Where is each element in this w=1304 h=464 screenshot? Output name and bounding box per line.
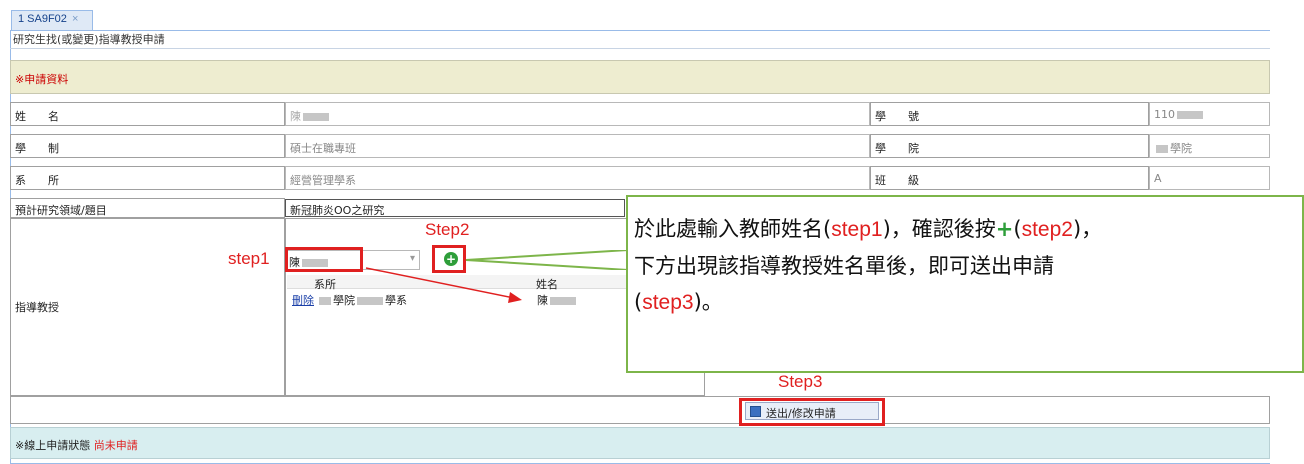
student-id-value: 110 [1154,108,1175,121]
status-label: ※線上申請狀態 [15,439,91,452]
submit-button-label: 送出/修改申請 [766,407,836,420]
tab-sa9f02[interactable]: 1 SA9F02 × [11,10,93,30]
status-section: ※線上申請狀態 尚未申請 [10,427,1270,459]
panel-title: 研究生找(或變更)指導教授申請 [10,30,1270,49]
col-dept-header: 系所 [314,278,336,291]
step2-label: Step2 [425,220,470,239]
tab-bar [0,0,1304,28]
college-field: 學院 [1149,134,1270,158]
row-name: 陳 [537,292,578,308]
instruction-callout: 於此處輸入教師姓名(step1)，確認後按+(step2)， 下方出現該指導教授… [626,195,1304,373]
name-field: 陳 [285,102,870,126]
col-name-header: 姓名 [536,278,558,291]
topic-input[interactable]: 新冠肺炎OO之研究 [285,199,625,217]
program-field: 碩士在職專班 [285,134,870,158]
submit-button[interactable]: 送出/修改申請 [745,402,879,420]
step1-label: step1 [228,249,270,268]
student-id-field: 110 [1149,102,1270,126]
step1-highlight [285,247,363,272]
name-label: 姓 名 [10,102,285,126]
delete-link[interactable]: 刪除 [292,292,314,308]
step3-label: Step3 [778,372,823,391]
college-value: 學院 [1170,142,1192,155]
name-value: 陳 [290,110,301,123]
dept-label: 系 所 [10,166,285,190]
student-id-label: 學 號 [870,102,1149,126]
submit-row [10,396,1270,424]
dept-field: 經營管理學系 [285,166,870,190]
redaction [550,297,576,305]
redaction [303,113,329,121]
tab-label: 1 SA9F02 [18,13,67,25]
redaction [1177,111,1203,119]
redaction [1156,145,1168,153]
topic-label: 預計研究領域/題目 [10,198,285,218]
class-field: A [1149,166,1270,190]
program-label: 學 制 [10,134,285,158]
status-value: 尚未申請 [93,439,138,452]
advisor-label: 指導教授 [10,218,285,396]
section-apply-header: ※申請資料 [10,60,1270,94]
save-icon [750,406,761,417]
class-label: 班 級 [870,166,1149,190]
college-label: 學 院 [870,134,1149,158]
redaction [319,297,331,305]
callout-pointer [466,250,630,270]
tab-close-icon[interactable]: × [72,13,78,25]
